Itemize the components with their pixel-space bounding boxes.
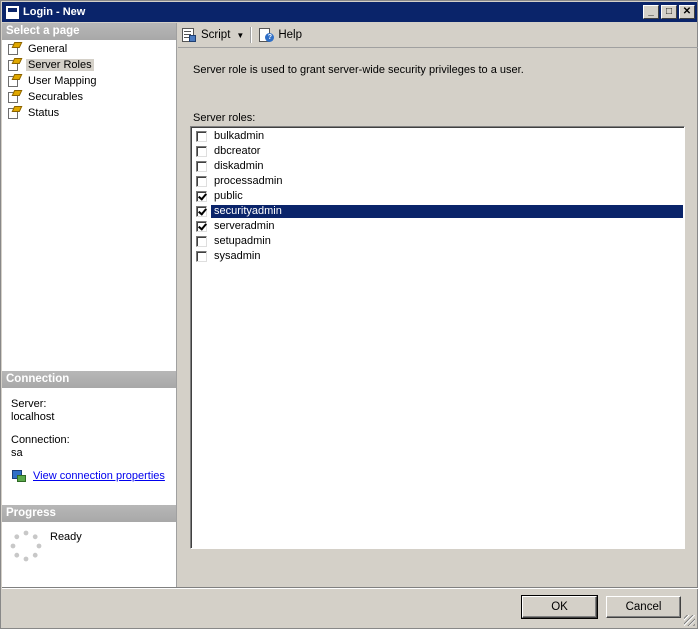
role-checkbox[interactable]	[196, 131, 207, 142]
page-item-securables[interactable]: Securables	[2, 89, 176, 105]
role-checkbox[interactable]	[196, 206, 207, 217]
role-checkbox[interactable]	[196, 251, 207, 262]
left-panel: Select a page General Server Roles User …	[2, 23, 177, 587]
page-icon	[6, 106, 23, 120]
page-icon	[6, 74, 23, 88]
connection-value: sa	[11, 447, 23, 459]
server-roles-label: Server roles:	[193, 112, 256, 124]
server-label: Server:	[11, 398, 47, 410]
page-item-general[interactable]: General	[2, 41, 176, 57]
window-title: Login - New	[23, 6, 86, 18]
page-label: General	[28, 43, 68, 55]
script-icon	[181, 27, 197, 43]
role-checkbox[interactable]	[196, 176, 207, 187]
page-label: Securables	[28, 91, 84, 103]
role-name: securityadmin	[211, 205, 683, 218]
role-item-bulkadmin[interactable]: bulkadmin	[193, 129, 683, 144]
window-icon	[6, 5, 19, 19]
page-item-user-mapping[interactable]: User Mapping	[2, 73, 176, 89]
role-name: processadmin	[214, 175, 283, 187]
progress-spinner-icon	[10, 530, 42, 562]
role-item-sysadmin[interactable]: sysadmin	[193, 249, 683, 264]
role-checkbox[interactable]	[196, 161, 207, 172]
page-label: Server Roles	[26, 59, 94, 71]
role-item-diskadmin[interactable]: diskadmin	[193, 159, 683, 174]
page-icon	[6, 58, 23, 72]
script-button[interactable]: Script ▼	[181, 27, 244, 43]
view-connection-properties-text[interactable]: View connection properties	[33, 470, 165, 482]
role-checkbox[interactable]	[196, 236, 207, 247]
maximize-button[interactable]: □	[661, 5, 677, 19]
toolbar: Script ▼ ? Help	[178, 23, 698, 48]
button-bar-divider	[2, 587, 698, 589]
progress-status: Ready	[50, 531, 82, 543]
login-dialog: Login - New _ □ ✕ Select a page General …	[0, 0, 698, 629]
help-button[interactable]: ? Help	[258, 27, 302, 43]
role-checkbox[interactable]	[196, 221, 207, 232]
role-item-serveradmin[interactable]: serveradmin	[193, 219, 683, 234]
cancel-button[interactable]: Cancel	[606, 596, 681, 618]
role-name: dbcreator	[214, 145, 261, 157]
dropdown-arrow-icon[interactable]: ▼	[236, 31, 244, 40]
role-item-securityadmin[interactable]: securityadmin	[193, 204, 683, 219]
connection-header: Connection	[2, 371, 176, 388]
connection-label: Connection:	[11, 434, 70, 446]
script-label: Script	[201, 29, 231, 41]
help-label: Help	[278, 29, 302, 41]
close-button[interactable]: ✕	[679, 5, 695, 19]
resize-grip[interactable]	[684, 615, 695, 626]
role-checkbox[interactable]	[196, 146, 207, 157]
server-roles-list[interactable]: bulkadmin dbcreator diskadmin processadm…	[190, 126, 685, 549]
page-item-status[interactable]: Status	[2, 105, 176, 121]
ok-button[interactable]: OK	[521, 595, 598, 619]
title-bar[interactable]: Login - New _ □ ✕	[2, 2, 697, 22]
toolbar-separator	[250, 27, 253, 43]
page-list: General Server Roles User Mapping Secura…	[2, 41, 176, 121]
view-connection-properties-link[interactable]: View connection properties	[11, 469, 165, 483]
select-page-header: Select a page	[2, 23, 176, 40]
minimize-button[interactable]: _	[643, 5, 659, 19]
role-item-public[interactable]: public	[193, 189, 683, 204]
server-value: localhost	[11, 411, 55, 423]
page-label: Status	[28, 107, 60, 119]
role-name: serveradmin	[214, 220, 275, 232]
role-name: bulkadmin	[214, 130, 265, 142]
role-name: sysadmin	[214, 250, 261, 262]
page-label: User Mapping	[28, 75, 97, 87]
role-name: public	[214, 190, 243, 202]
role-item-dbcreator[interactable]: dbcreator	[193, 144, 683, 159]
help-icon: ?	[258, 27, 275, 43]
role-checkbox[interactable]	[196, 191, 207, 202]
page-item-server-roles[interactable]: Server Roles	[2, 57, 176, 73]
page-icon	[6, 90, 23, 104]
connection-info: Server: localhost Connection: sa	[11, 398, 70, 460]
progress-header: Progress	[2, 505, 176, 522]
role-item-processadmin[interactable]: processadmin	[193, 174, 683, 189]
role-name: diskadmin	[214, 160, 264, 172]
role-name: setupadmin	[214, 235, 271, 247]
connection-properties-icon	[11, 469, 27, 483]
role-item-setupadmin[interactable]: setupadmin	[193, 234, 683, 249]
page-description: Server role is used to grant server-wide…	[193, 64, 524, 76]
page-icon	[6, 42, 23, 56]
